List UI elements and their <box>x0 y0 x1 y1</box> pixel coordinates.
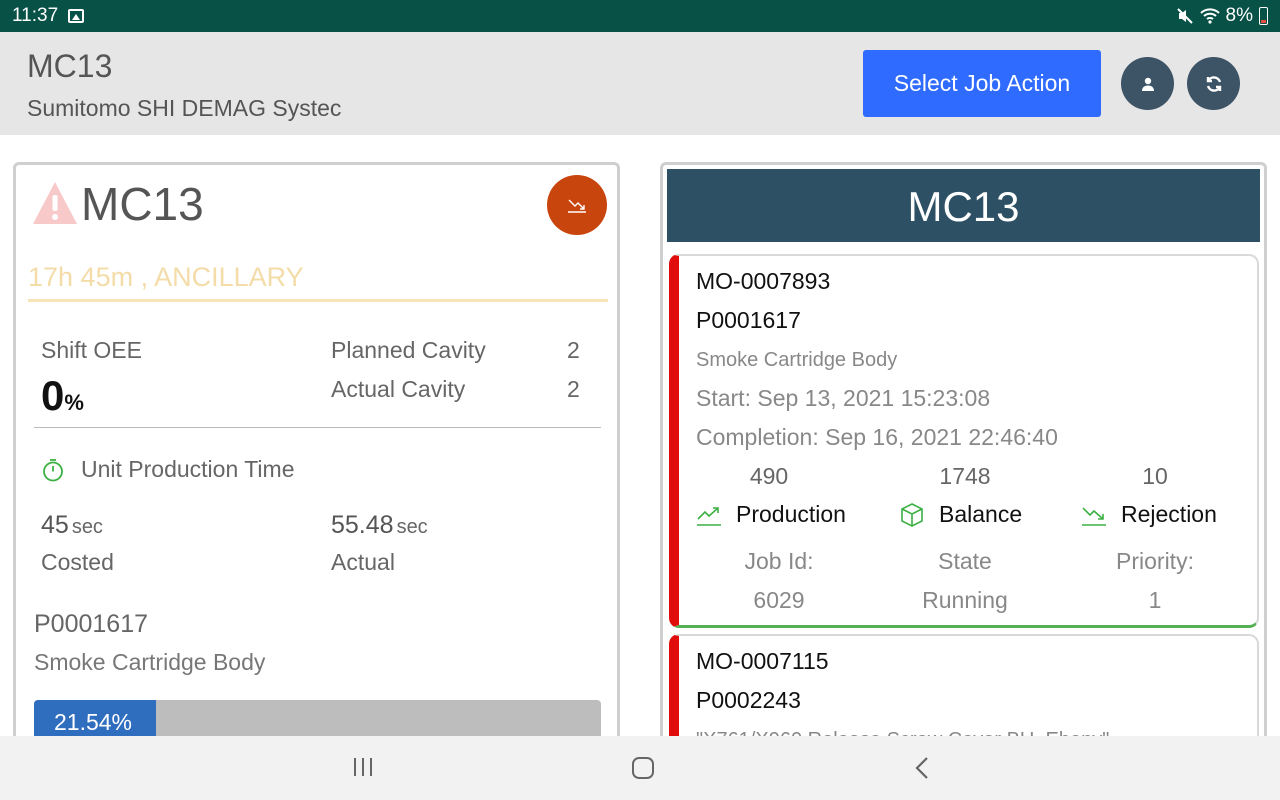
job-start: Start: Sep 13, 2021 15:23:08 <box>696 385 991 411</box>
part-name: Smoke Cartridge Body <box>34 649 266 675</box>
job-id-label: Job Id: <box>744 548 814 574</box>
production-label: Production <box>736 501 846 527</box>
battery-percent: 8% <box>1225 5 1253 26</box>
trend-down-icon <box>568 199 586 213</box>
stopwatch-icon <box>43 459 63 482</box>
shift-oee-value: 0% <box>41 372 84 420</box>
image-notification-icon <box>68 9 84 23</box>
state-value: Running <box>922 587 1008 613</box>
state-label: State <box>938 548 992 574</box>
refresh-button[interactable] <box>1187 57 1240 110</box>
job-card[interactable]: MO-0007893 P0001617 Smoke Cartridge Body… <box>669 254 1259 628</box>
oee-number: 0 <box>41 372 65 419</box>
balance-count: 1748 <box>939 463 991 489</box>
costed-label: Costed <box>41 549 114 575</box>
box-icon <box>901 502 923 527</box>
actual-label: Actual <box>331 549 395 575</box>
planned-cavity-label: Planned Cavity <box>331 337 486 363</box>
trend-down-icon <box>1082 506 1106 526</box>
rejection-label: Rejection <box>1121 501 1217 527</box>
job-part-number: P0002243 <box>696 687 801 713</box>
part-number: P0001617 <box>34 610 149 638</box>
actual-value: 55.48 <box>331 511 394 539</box>
production-count: 490 <box>749 463 789 489</box>
job-description: Smoke Cartridge Body <box>696 349 898 371</box>
job-completion: Completion: Sep 16, 2021 22:46:40 <box>696 424 1058 450</box>
job-list-header: MC13 <box>667 169 1260 242</box>
page-subtitle: Sumitomo SHI DEMAG Systec <box>27 95 342 121</box>
actual-unit: sec <box>396 516 428 538</box>
battery-icon <box>1259 7 1268 25</box>
planned-cavity-value: 2 <box>567 337 580 363</box>
actual-cavity-value: 2 <box>567 376 580 402</box>
home-button[interactable] <box>631 756 655 780</box>
rejection-count: 10 <box>1142 463 1168 489</box>
production-progress-bar: 21.54% <box>34 700 601 740</box>
status-time: 11:37 <box>12 5 59 26</box>
costed-time: 45 sec <box>41 511 103 540</box>
refresh-icon <box>1206 75 1221 92</box>
job-mo-number: MO-0007115 <box>696 648 829 674</box>
priority-value: 1 <box>1148 587 1162 613</box>
wifi-icon <box>1199 8 1220 24</box>
job-mo-number: MO-0007893 <box>696 268 831 294</box>
navigation-bar <box>0 736 1280 800</box>
balance-label: Balance <box>939 501 1023 527</box>
warning-icon <box>33 182 77 224</box>
status-right: 8% <box>1176 5 1268 27</box>
page-title: MC13 <box>27 48 113 84</box>
machine-status-card: MC13 17h 45m , ANCILLARY Shift OEE 0% Pl… <box>13 162 620 762</box>
balance-stat: Balance <box>899 501 1022 528</box>
production-stat: Production <box>696 501 846 528</box>
back-button[interactable] <box>912 756 932 780</box>
costed-value: 45 <box>41 511 69 539</box>
actual-time: 55.48 sec <box>331 511 428 540</box>
user-button[interactable] <box>1121 57 1174 110</box>
costed-unit: sec <box>71 516 103 538</box>
recent-apps-button[interactable] <box>352 756 374 778</box>
unit-production-time-label: Unit Production Time <box>81 456 295 482</box>
job-id-value: 6029 <box>753 587 805 613</box>
select-job-action-button[interactable]: Select Job Action <box>863 50 1101 117</box>
job-part-number: P0001617 <box>696 307 801 333</box>
trend-up-icon <box>697 506 721 526</box>
downtime-reason: 17h 45m , ANCILLARY <box>28 260 608 302</box>
priority-label: Priority: <box>1116 548 1194 574</box>
shift-oee-label: Shift OEE <box>41 337 142 363</box>
job-list-panel: MC13 MO-0007893 P0001617 Smoke Cartridge… <box>660 162 1267 774</box>
rejection-stat: Rejection <box>1081 501 1217 528</box>
progress-fill: 21.54% <box>34 700 157 740</box>
app-header: MC13 Sumitomo SHI DEMAG Systec Select Jo… <box>0 32 1280 135</box>
machine-title: MC13 <box>81 178 204 230</box>
user-icon <box>1141 77 1154 91</box>
actual-cavity-label: Actual Cavity <box>331 376 466 402</box>
trend-down-button[interactable] <box>547 175 607 235</box>
divider <box>34 427 601 428</box>
oee-unit: % <box>64 390 84 415</box>
status-bar: 11:37 8% <box>0 0 1280 32</box>
mute-icon <box>1176 8 1193 24</box>
